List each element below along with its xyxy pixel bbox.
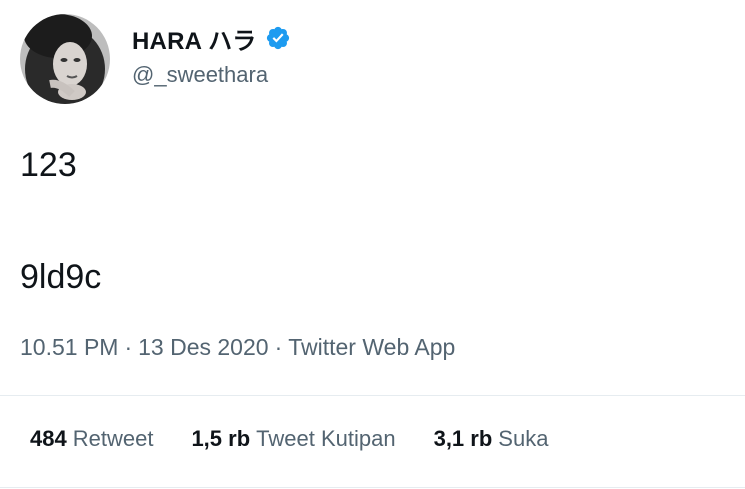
tweet-header: HARA ハラ @_sweethara — [20, 14, 291, 104]
avatar[interactable] — [20, 14, 110, 104]
avatar-image — [20, 14, 110, 104]
quote-tweet-count: 1,5 rb — [191, 426, 251, 451]
tweet-time[interactable]: 10.51 PM — [20, 334, 118, 360]
quote-tweet-label: Tweet Kutipan — [256, 426, 396, 451]
author-handle[interactable]: @_sweethara — [132, 62, 291, 88]
verified-badge-icon — [265, 25, 291, 51]
tweet-stats: 484 Retweet 1,5 rb Tweet Kutipan 3,1 rb … — [30, 426, 548, 452]
meta-separator-2: · — [274, 334, 283, 360]
retweet-count: 484 — [30, 426, 67, 451]
tweet-text-line-1: 123 — [20, 146, 77, 184]
tweet-date[interactable]: 13 Des 2020 — [138, 334, 268, 360]
tweet-text-line-2: 9ld9c — [20, 258, 102, 296]
author-names: HARA ハラ @_sweethara — [132, 21, 291, 88]
divider-bottom — [0, 487, 745, 488]
name-row: HARA ハラ — [132, 21, 291, 56]
stat-likes[interactable]: 3,1 rb Suka — [434, 426, 549, 452]
tweet-meta: 10.51 PM · 13 Des 2020 · Twitter Web App — [20, 334, 455, 361]
display-name[interactable]: HARA ハラ — [132, 21, 257, 56]
divider — [0, 395, 745, 396]
stat-retweets[interactable]: 484 Retweet — [30, 426, 153, 452]
meta-separator: · — [124, 334, 133, 360]
stat-quote-tweets[interactable]: 1,5 rb Tweet Kutipan — [191, 426, 395, 452]
like-count: 3,1 rb — [433, 426, 493, 451]
tweet-card: HARA ハラ @_sweethara 123 9ld9c 10.51 PM · 1… — [0, 0, 745, 489]
tweet-source[interactable]: Twitter Web App — [288, 334, 455, 360]
retweet-label: Retweet — [72, 426, 154, 451]
like-label: Suka — [498, 426, 549, 451]
